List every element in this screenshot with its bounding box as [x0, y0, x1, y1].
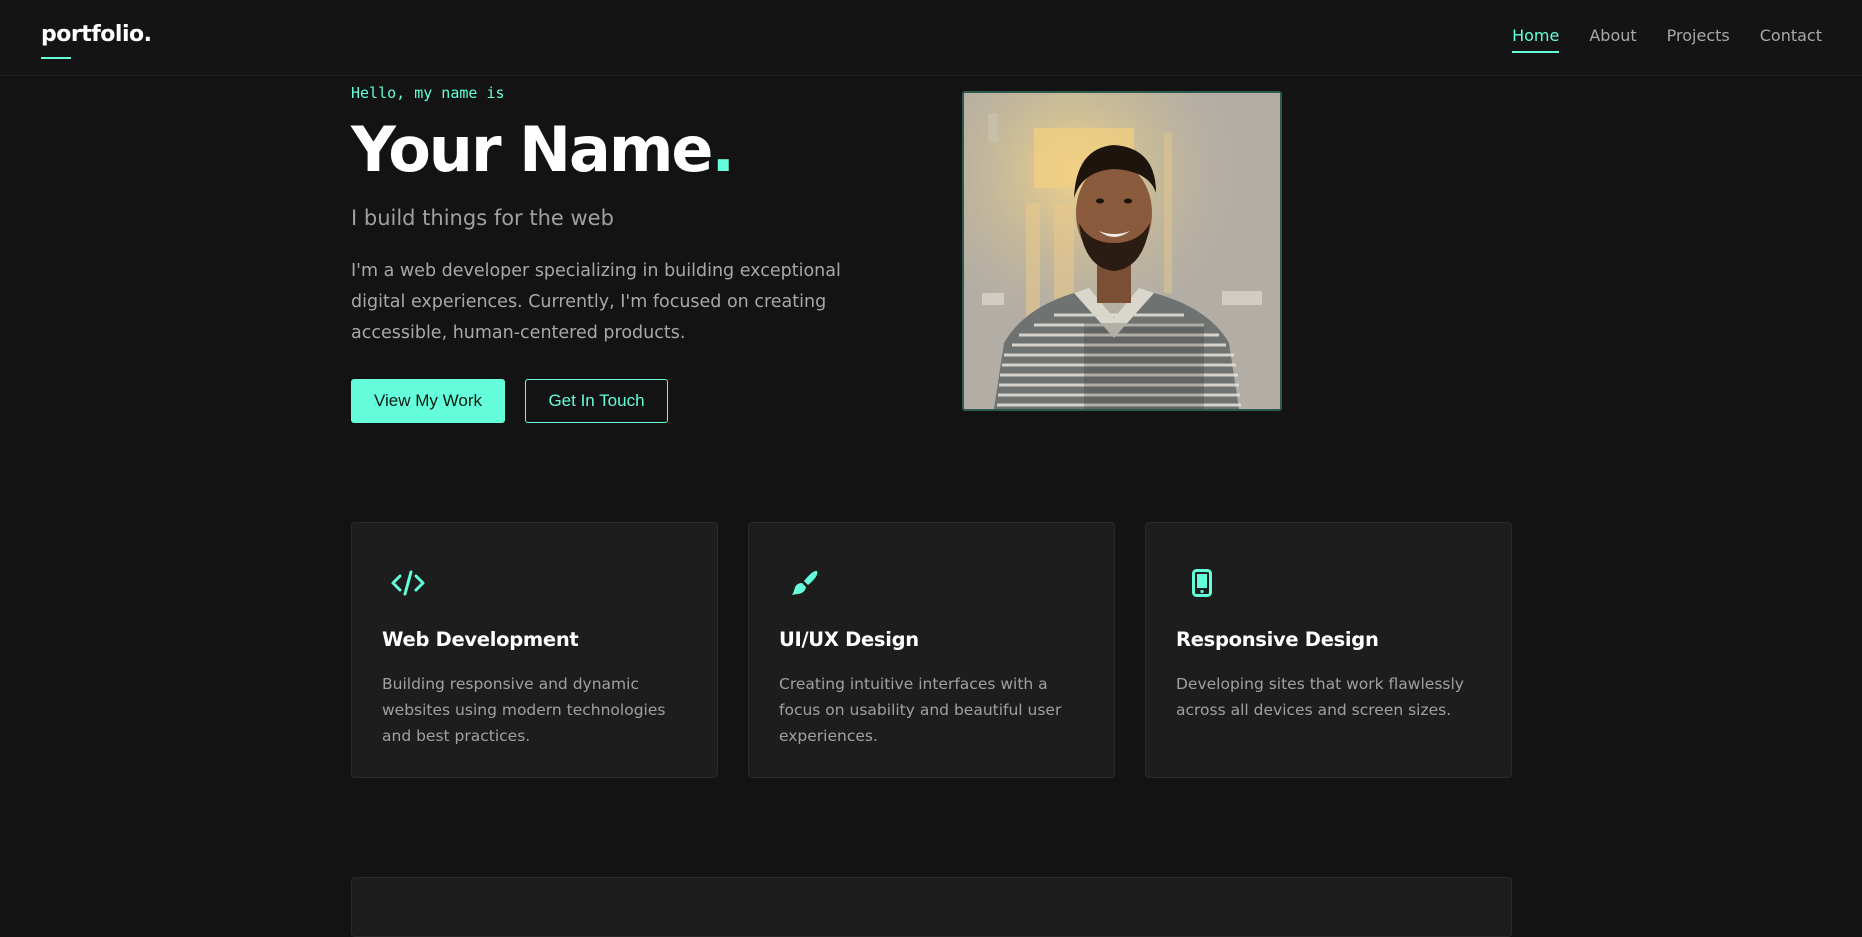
- hero-name-dot: .: [711, 113, 735, 186]
- mobile-icon: [1184, 565, 1220, 601]
- logo-underline: [41, 57, 71, 59]
- main-nav: Home About Projects Contact: [1512, 26, 1822, 53]
- hero-bio: I'm a web developer specializing in buil…: [351, 261, 841, 343]
- service-card-responsive-design: Responsive Design Developing sites that …: [1145, 522, 1512, 778]
- hero-name: Your Name.: [351, 113, 735, 186]
- hero-greeting: Hello, my name is: [351, 84, 505, 102]
- nav-projects[interactable]: Projects: [1667, 26, 1730, 53]
- service-title: Responsive Design: [1176, 628, 1379, 651]
- hero-name-text: Your Name: [351, 113, 713, 186]
- code-icon: [390, 565, 426, 601]
- hero-tagline: I build things for the web: [351, 206, 614, 230]
- service-description: Building responsive and dynamic websites…: [382, 675, 666, 745]
- view-my-work-button[interactable]: View My Work: [351, 379, 505, 423]
- profile-photo: [962, 91, 1282, 411]
- logo[interactable]: portfolio.: [41, 22, 152, 47]
- paintbrush-icon: [787, 565, 823, 601]
- service-title: UI/UX Design: [779, 628, 919, 651]
- nav-home[interactable]: Home: [1512, 26, 1560, 53]
- site-header: portfolio. Home About Projects Contact: [0, 0, 1862, 76]
- next-section-panel: [351, 877, 1512, 937]
- nav-contact[interactable]: Contact: [1760, 26, 1822, 53]
- service-title: Web Development: [382, 628, 579, 651]
- service-card-ui-ux-design: UI/UX Design Creating intuitive interfac…: [748, 522, 1115, 778]
- nav-about[interactable]: About: [1589, 26, 1636, 53]
- service-card-web-development: Web Development Building responsive and …: [351, 522, 718, 778]
- service-description: Developing sites that work flawlessly ac…: [1176, 675, 1464, 719]
- service-description: Creating intuitive interfaces with a foc…: [779, 675, 1062, 745]
- get-in-touch-button[interactable]: Get In Touch: [525, 379, 668, 423]
